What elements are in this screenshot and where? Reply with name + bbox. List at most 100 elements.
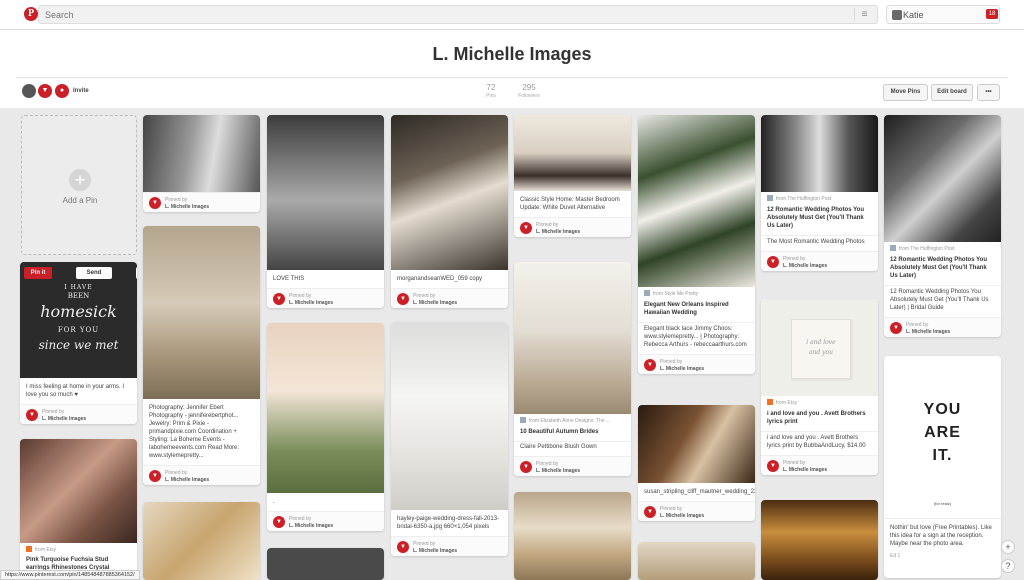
pin-image[interactable]	[884, 115, 1001, 242]
pinned-by[interactable]: ▼ Pinned by L. Michelle Images	[391, 536, 508, 556]
print-text: i and love	[806, 339, 836, 346]
pin-card[interactable]: Pin it Send ✎ I HAVE BEEN homesick FOR Y…	[20, 262, 137, 424]
pin-image[interactable]	[143, 226, 260, 399]
pin-image[interactable]: i and love and you	[761, 299, 878, 396]
pin-image[interactable]	[143, 502, 260, 580]
pin-card[interactable]: Classic Style Home: Master Bedroom Updat…	[514, 115, 631, 237]
pin-image[interactable]	[514, 262, 631, 414]
pin-source[interactable]: from Etsy	[761, 396, 878, 408]
pin-image[interactable]: YOU ARE IT. (for realz)	[884, 356, 1001, 518]
user-profile-button[interactable]: Katie	[886, 5, 1000, 24]
pin-source[interactable]: from Elizabeth Anne Designs: The ...	[514, 414, 631, 426]
more-options-button[interactable]: •••	[977, 84, 1000, 101]
pinned-by[interactable]: ▼ Pinned by L. Michelle Images	[143, 465, 260, 485]
pin-card[interactable]: LOVE THIS ▼ Pinned by L. Michelle Images	[267, 115, 384, 308]
search-menu-icon[interactable]: ≡	[854, 8, 874, 21]
edit-icon[interactable]: ✎	[136, 267, 137, 279]
pin-image[interactable]: Pin it Send ✎ I HAVE BEEN homesick FOR Y…	[20, 262, 137, 378]
pinned-by[interactable]: ▼ Pinned by L. Michelle Images	[20, 404, 137, 424]
pin-source[interactable]: from The Huffington Post	[884, 242, 1001, 254]
pin-title: i and love and you . Avett Brothers lyri…	[767, 411, 866, 425]
pinned-by[interactable]: ▼ Pinned by L. Michelle Images	[391, 288, 508, 308]
pinned-by-label: Pinned by	[289, 516, 312, 522]
pin-image[interactable]	[514, 492, 631, 580]
pin-card[interactable]: YOU ARE IT. (for realz) Nothin' but love…	[884, 356, 1001, 578]
pin-source[interactable]: from The Huffington Post	[761, 192, 878, 204]
pinner-name: L. Michelle Images	[536, 468, 581, 474]
pinned-by[interactable]: ▼ Pinned by L. Michelle Images	[267, 511, 384, 531]
edit-board-button[interactable]: Edit board	[931, 84, 973, 101]
pin-image[interactable]	[143, 115, 260, 192]
pinned-by-label: Pinned by	[783, 256, 806, 262]
pin-image[interactable]	[514, 115, 631, 191]
pin-card[interactable]: from The Huffington Post 12 Romantic Wed…	[884, 115, 1001, 337]
pinner-icon: ▼	[273, 293, 285, 305]
pin-image[interactable]	[761, 115, 878, 192]
pins-stat[interactable]: 72 Pins	[483, 83, 499, 99]
add-pin-tile[interactable]: + Add a Pin	[21, 115, 137, 255]
pinner-name: L. Michelle Images	[413, 548, 458, 554]
pinned-by[interactable]: ▼ Pinned by L. Michelle Images	[638, 354, 755, 374]
pin-card[interactable]	[761, 500, 878, 580]
pin-image[interactable]	[761, 500, 878, 580]
pinned-by[interactable]: ▼ Pinned by L. Michelle Images	[514, 456, 631, 476]
pin-card[interactable]: from Elizabeth Anne Designs: The ... 10 …	[514, 262, 631, 476]
pin-title: 10 Beautiful Autumn Brides	[520, 429, 599, 435]
pin-card[interactable]: ▼ Pinned by L. Michelle Images	[143, 115, 260, 212]
followers-stat[interactable]: 295 Followers	[515, 83, 543, 99]
pin-it-button[interactable]: Pin it	[24, 267, 52, 279]
pin-image[interactable]	[20, 439, 137, 543]
pinterest-logo-icon[interactable]: P	[24, 7, 38, 21]
collaborator-avatar[interactable]	[22, 84, 36, 98]
move-pins-button[interactable]: Move Pins	[883, 84, 928, 101]
pin-image[interactable]	[267, 323, 384, 493]
pin-card[interactable]: susan_stripling_cliff_mautner_wedding_22…	[638, 405, 755, 521]
pin-card[interactable]: from The Huffington Post 12 Romantic Wed…	[761, 115, 878, 271]
pinner-name: L. Michelle Images	[783, 467, 828, 473]
help-icon[interactable]: ?	[1001, 559, 1015, 573]
pin-card[interactable]	[514, 492, 631, 580]
pin-image[interactable]	[267, 115, 384, 270]
plus-icon[interactable]: +	[1001, 540, 1015, 554]
invite-link[interactable]: Invite	[73, 88, 89, 94]
pin-image[interactable]	[638, 115, 755, 287]
pin-card[interactable]	[638, 542, 755, 580]
add-collaborator-icon[interactable]: ●	[55, 84, 69, 98]
pin-image[interactable]	[391, 115, 508, 270]
pinner-icon: ▼	[397, 293, 409, 305]
pin-card[interactable]: i and love and you from Etsy i and love …	[761, 299, 878, 475]
pinned-by[interactable]: ▼ Pinned by L. Michelle Images	[884, 317, 1001, 337]
plus-icon: +	[69, 169, 91, 191]
pin-image[interactable]	[638, 405, 755, 483]
pin-source[interactable]: from Style Me Pretty	[638, 287, 755, 299]
pin-image[interactable]	[267, 548, 384, 580]
send-button[interactable]: Send	[76, 267, 112, 279]
pinned-by[interactable]: ▼ Pinned by L. Michelle Images	[761, 251, 878, 271]
pin-description: Claire Pettibone Blush Gown	[514, 441, 631, 456]
pinner-icon: ▼	[397, 541, 409, 553]
pin-card[interactable]: from Style Me Pretty Elegant New Orleans…	[638, 115, 755, 374]
pin-card[interactable]: . ▼ Pinned by L. Michelle Images	[267, 323, 384, 531]
pin-image[interactable]	[638, 542, 755, 580]
collaborator-pin-icon[interactable]: ▼	[38, 84, 52, 98]
chalk-text: BEEN	[67, 292, 90, 300]
pin-card[interactable]	[143, 502, 260, 580]
pin-title: 12 Romantic Wedding Photos You Absolutel…	[890, 257, 988, 279]
pinned-by[interactable]: ▼ Pinned by L. Michelle Images	[514, 217, 631, 237]
pin-card[interactable]: Photography: Jennifer Ebert Photography …	[143, 226, 260, 485]
notification-badge[interactable]: 18	[986, 9, 998, 19]
pinned-by-label: Pinned by	[413, 293, 436, 299]
pin-card[interactable]	[267, 548, 384, 580]
pin-image[interactable]	[391, 322, 508, 510]
pin-card[interactable]: morganandseanWED_059 copy ▼ Pinned by L.…	[391, 115, 508, 308]
pin-source[interactable]: from Etsy	[20, 543, 137, 555]
source-icon	[767, 195, 773, 201]
pinned-by[interactable]: ▼ Pinned by L. Michelle Images	[638, 501, 755, 521]
pinned-by[interactable]: ▼ Pinned by L. Michelle Images	[267, 288, 384, 308]
pin-title: Elegant New Orleans Inspired Hawaiian We…	[644, 302, 729, 316]
pinned-by[interactable]: ▼ Pinned by L. Michelle Images	[143, 192, 260, 212]
search-input[interactable]	[38, 5, 878, 24]
pinned-by[interactable]: ▼ Pinned by L. Michelle Images	[761, 455, 878, 475]
pin-card[interactable]: from Etsy Pink Turquoise Fuchsia Stud ea…	[20, 439, 137, 580]
pin-card[interactable]: hayley-paige-wedding-dress-fall-2013-bri…	[391, 322, 508, 556]
